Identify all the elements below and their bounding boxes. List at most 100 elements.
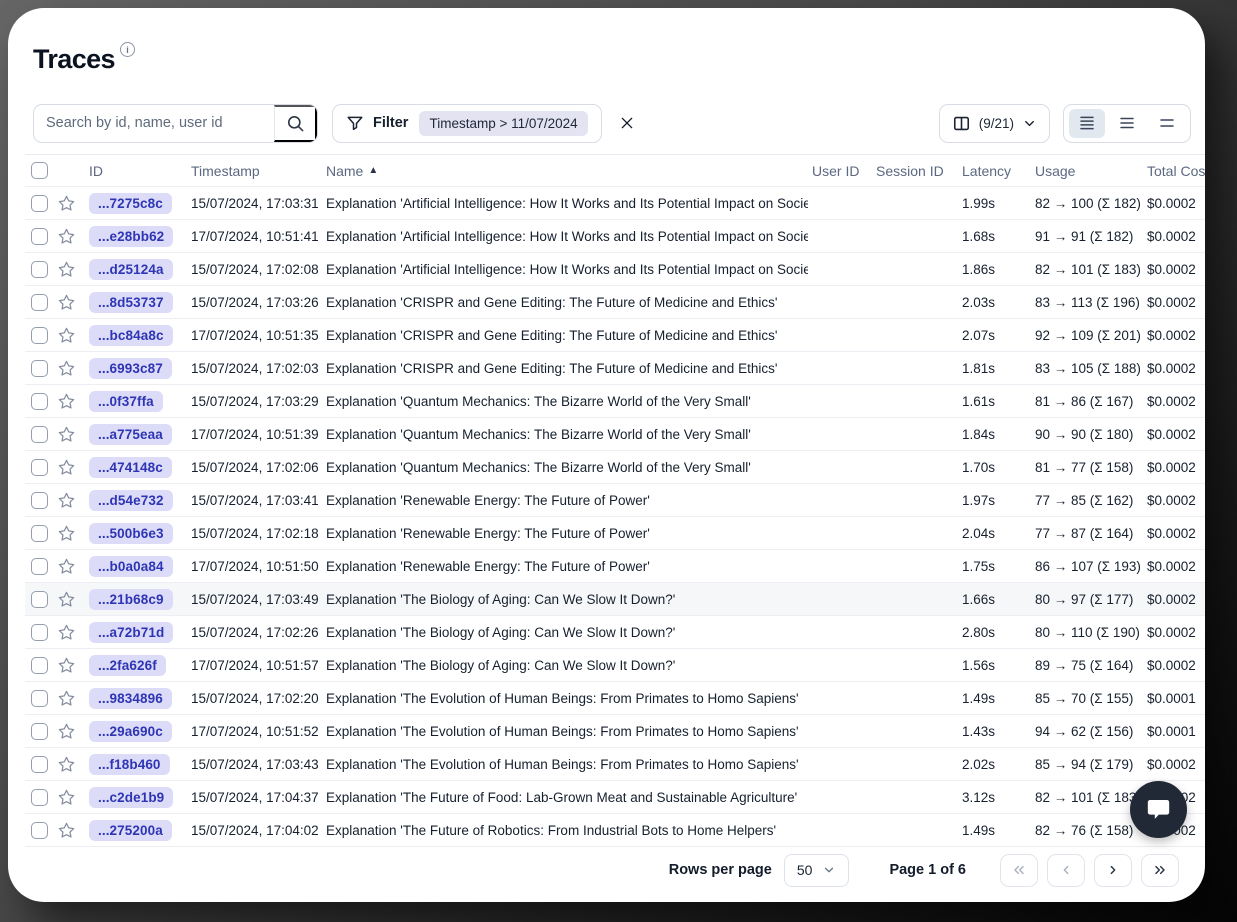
column-header-latency[interactable]: Latency <box>958 163 1031 179</box>
rows-per-page-select[interactable]: 50 <box>784 854 850 887</box>
first-page-button[interactable] <box>1000 854 1038 887</box>
bookmark-star-button[interactable] <box>57 260 76 279</box>
row-checkbox[interactable] <box>31 393 48 410</box>
table-row[interactable]: ...2fa626f 17/07/2024, 10:51:57 Explanat… <box>25 649 1205 682</box>
column-visibility-button[interactable]: (9/21) <box>939 104 1050 143</box>
column-header-user-id[interactable]: User ID <box>808 163 872 179</box>
search-button[interactable] <box>274 105 317 142</box>
row-checkbox[interactable] <box>31 195 48 212</box>
trace-id-badge[interactable]: ...b0a0a84 <box>89 556 173 577</box>
row-checkbox[interactable] <box>31 426 48 443</box>
chat-widget-button[interactable] <box>1130 781 1187 838</box>
row-checkbox[interactable] <box>31 525 48 542</box>
table-row[interactable]: ...d25124a 15/07/2024, 17:02:08 Explanat… <box>25 253 1205 286</box>
bookmark-star-button[interactable] <box>57 458 76 477</box>
trace-id-badge[interactable]: ...c2de1b9 <box>89 787 173 808</box>
row-checkbox[interactable] <box>31 591 48 608</box>
trace-id-badge[interactable]: ...474148c <box>89 457 172 478</box>
trace-id-badge[interactable]: ...f18b460 <box>89 754 170 775</box>
table-row[interactable]: ...c2de1b9 15/07/2024, 17:04:37 Explanat… <box>25 781 1205 814</box>
bookmark-star-button[interactable] <box>57 722 76 741</box>
trace-id-badge[interactable]: ...a72b71d <box>89 622 173 643</box>
bookmark-star-button[interactable] <box>57 194 76 213</box>
trace-id-badge[interactable]: ...a775eaa <box>89 424 172 445</box>
bookmark-star-button[interactable] <box>57 392 76 411</box>
bookmark-star-button[interactable] <box>57 491 76 510</box>
row-checkbox[interactable] <box>31 723 48 740</box>
bookmark-star-button[interactable] <box>57 293 76 312</box>
row-checkbox[interactable] <box>31 492 48 509</box>
row-checkbox[interactable] <box>31 558 48 575</box>
trace-id-badge[interactable]: ...500b6e3 <box>89 523 173 544</box>
table-row[interactable]: ...474148c 15/07/2024, 17:02:06 Explanat… <box>25 451 1205 484</box>
bookmark-star-button[interactable] <box>57 557 76 576</box>
row-checkbox[interactable] <box>31 657 48 674</box>
bookmark-star-button[interactable] <box>57 689 76 708</box>
bookmark-star-button[interactable] <box>57 326 76 345</box>
table-row[interactable]: ...d54e732 15/07/2024, 17:03:41 Explanat… <box>25 484 1205 517</box>
row-checkbox[interactable] <box>31 756 48 773</box>
row-checkbox[interactable] <box>31 228 48 245</box>
table-row[interactable]: ...a72b71d 15/07/2024, 17:02:26 Explanat… <box>25 616 1205 649</box>
table-row[interactable]: ...0f37ffa 15/07/2024, 17:03:29 Explanat… <box>25 385 1205 418</box>
trace-id-badge[interactable]: ...6993c87 <box>89 358 172 379</box>
row-checkbox[interactable] <box>31 822 48 839</box>
table-row[interactable]: ...e28bb62 17/07/2024, 10:51:41 Explanat… <box>25 220 1205 253</box>
row-checkbox[interactable] <box>31 294 48 311</box>
trace-id-badge[interactable]: ...bc84a8c <box>89 325 173 346</box>
previous-page-button[interactable] <box>1047 854 1085 887</box>
row-checkbox[interactable] <box>31 789 48 806</box>
search-input[interactable] <box>34 105 274 142</box>
table-row[interactable]: ...275200a 15/07/2024, 17:04:02 Explanat… <box>25 814 1205 847</box>
trace-id-badge[interactable]: ...7275c8c <box>89 193 172 214</box>
bookmark-star-button[interactable] <box>57 623 76 642</box>
table-row[interactable]: ...f18b460 15/07/2024, 17:03:43 Explanat… <box>25 748 1205 781</box>
column-header-usage[interactable]: Usage <box>1031 163 1143 179</box>
trace-id-badge[interactable]: ...8d53737 <box>89 292 173 313</box>
trace-id-badge[interactable]: ...0f37ffa <box>89 391 163 412</box>
row-height-large-button[interactable] <box>1149 109 1185 138</box>
trace-id-badge[interactable]: ...9834896 <box>89 688 172 709</box>
bookmark-star-button[interactable] <box>57 788 76 807</box>
trace-id-badge[interactable]: ...d54e732 <box>89 490 173 511</box>
trace-id-badge[interactable]: ...e28bb62 <box>89 226 173 247</box>
table-row[interactable]: ...b0a0a84 17/07/2024, 10:51:50 Explanat… <box>25 550 1205 583</box>
clear-filter-button[interactable] <box>619 115 635 131</box>
row-checkbox[interactable] <box>31 690 48 707</box>
column-header-timestamp[interactable]: Timestamp <box>187 163 322 179</box>
table-row[interactable]: ...a775eaa 17/07/2024, 10:51:39 Explanat… <box>25 418 1205 451</box>
table-row[interactable]: ...bc84a8c 17/07/2024, 10:51:35 Explanat… <box>25 319 1205 352</box>
trace-id-badge[interactable]: ...2fa626f <box>89 655 166 676</box>
column-header-session-id[interactable]: Session ID <box>872 163 958 179</box>
select-all-checkbox[interactable] <box>31 162 48 179</box>
trace-id-badge[interactable]: ...21b68c9 <box>89 589 173 610</box>
table-row[interactable]: ...500b6e3 15/07/2024, 17:02:18 Explanat… <box>25 517 1205 550</box>
bookmark-star-button[interactable] <box>57 755 76 774</box>
row-checkbox[interactable] <box>31 624 48 641</box>
bookmark-star-button[interactable] <box>57 524 76 543</box>
row-checkbox[interactable] <box>31 327 48 344</box>
column-header-total-cost[interactable]: Total Cost <box>1143 163 1205 179</box>
trace-id-badge[interactable]: ...29a690c <box>89 721 172 742</box>
last-page-button[interactable] <box>1141 854 1179 887</box>
trace-id-badge[interactable]: ...275200a <box>89 820 172 841</box>
trace-id-badge[interactable]: ...d25124a <box>89 259 173 280</box>
filter-chip[interactable]: Timestamp > 11/07/2024 <box>419 111 587 136</box>
table-row[interactable]: ...6993c87 15/07/2024, 17:02:03 Explanat… <box>25 352 1205 385</box>
table-row[interactable]: ...21b68c9 15/07/2024, 17:03:49 Explanat… <box>25 583 1205 616</box>
row-height-medium-button[interactable] <box>1109 109 1145 138</box>
bookmark-star-button[interactable] <box>57 359 76 378</box>
row-checkbox[interactable] <box>31 459 48 476</box>
table-row[interactable]: ...8d53737 15/07/2024, 17:03:26 Explanat… <box>25 286 1205 319</box>
bookmark-star-button[interactable] <box>57 590 76 609</box>
bookmark-star-button[interactable] <box>57 821 76 840</box>
bookmark-star-button[interactable] <box>57 227 76 246</box>
table-row[interactable]: ...7275c8c 15/07/2024, 17:03:31 Explanat… <box>25 187 1205 220</box>
row-checkbox[interactable] <box>31 360 48 377</box>
next-page-button[interactable] <box>1094 854 1132 887</box>
filter-button[interactable]: Filter Timestamp > 11/07/2024 <box>332 104 602 143</box>
column-header-id[interactable]: ID <box>87 163 187 179</box>
row-height-small-button[interactable] <box>1069 109 1105 138</box>
bookmark-star-button[interactable] <box>57 656 76 675</box>
bookmark-star-button[interactable] <box>57 425 76 444</box>
